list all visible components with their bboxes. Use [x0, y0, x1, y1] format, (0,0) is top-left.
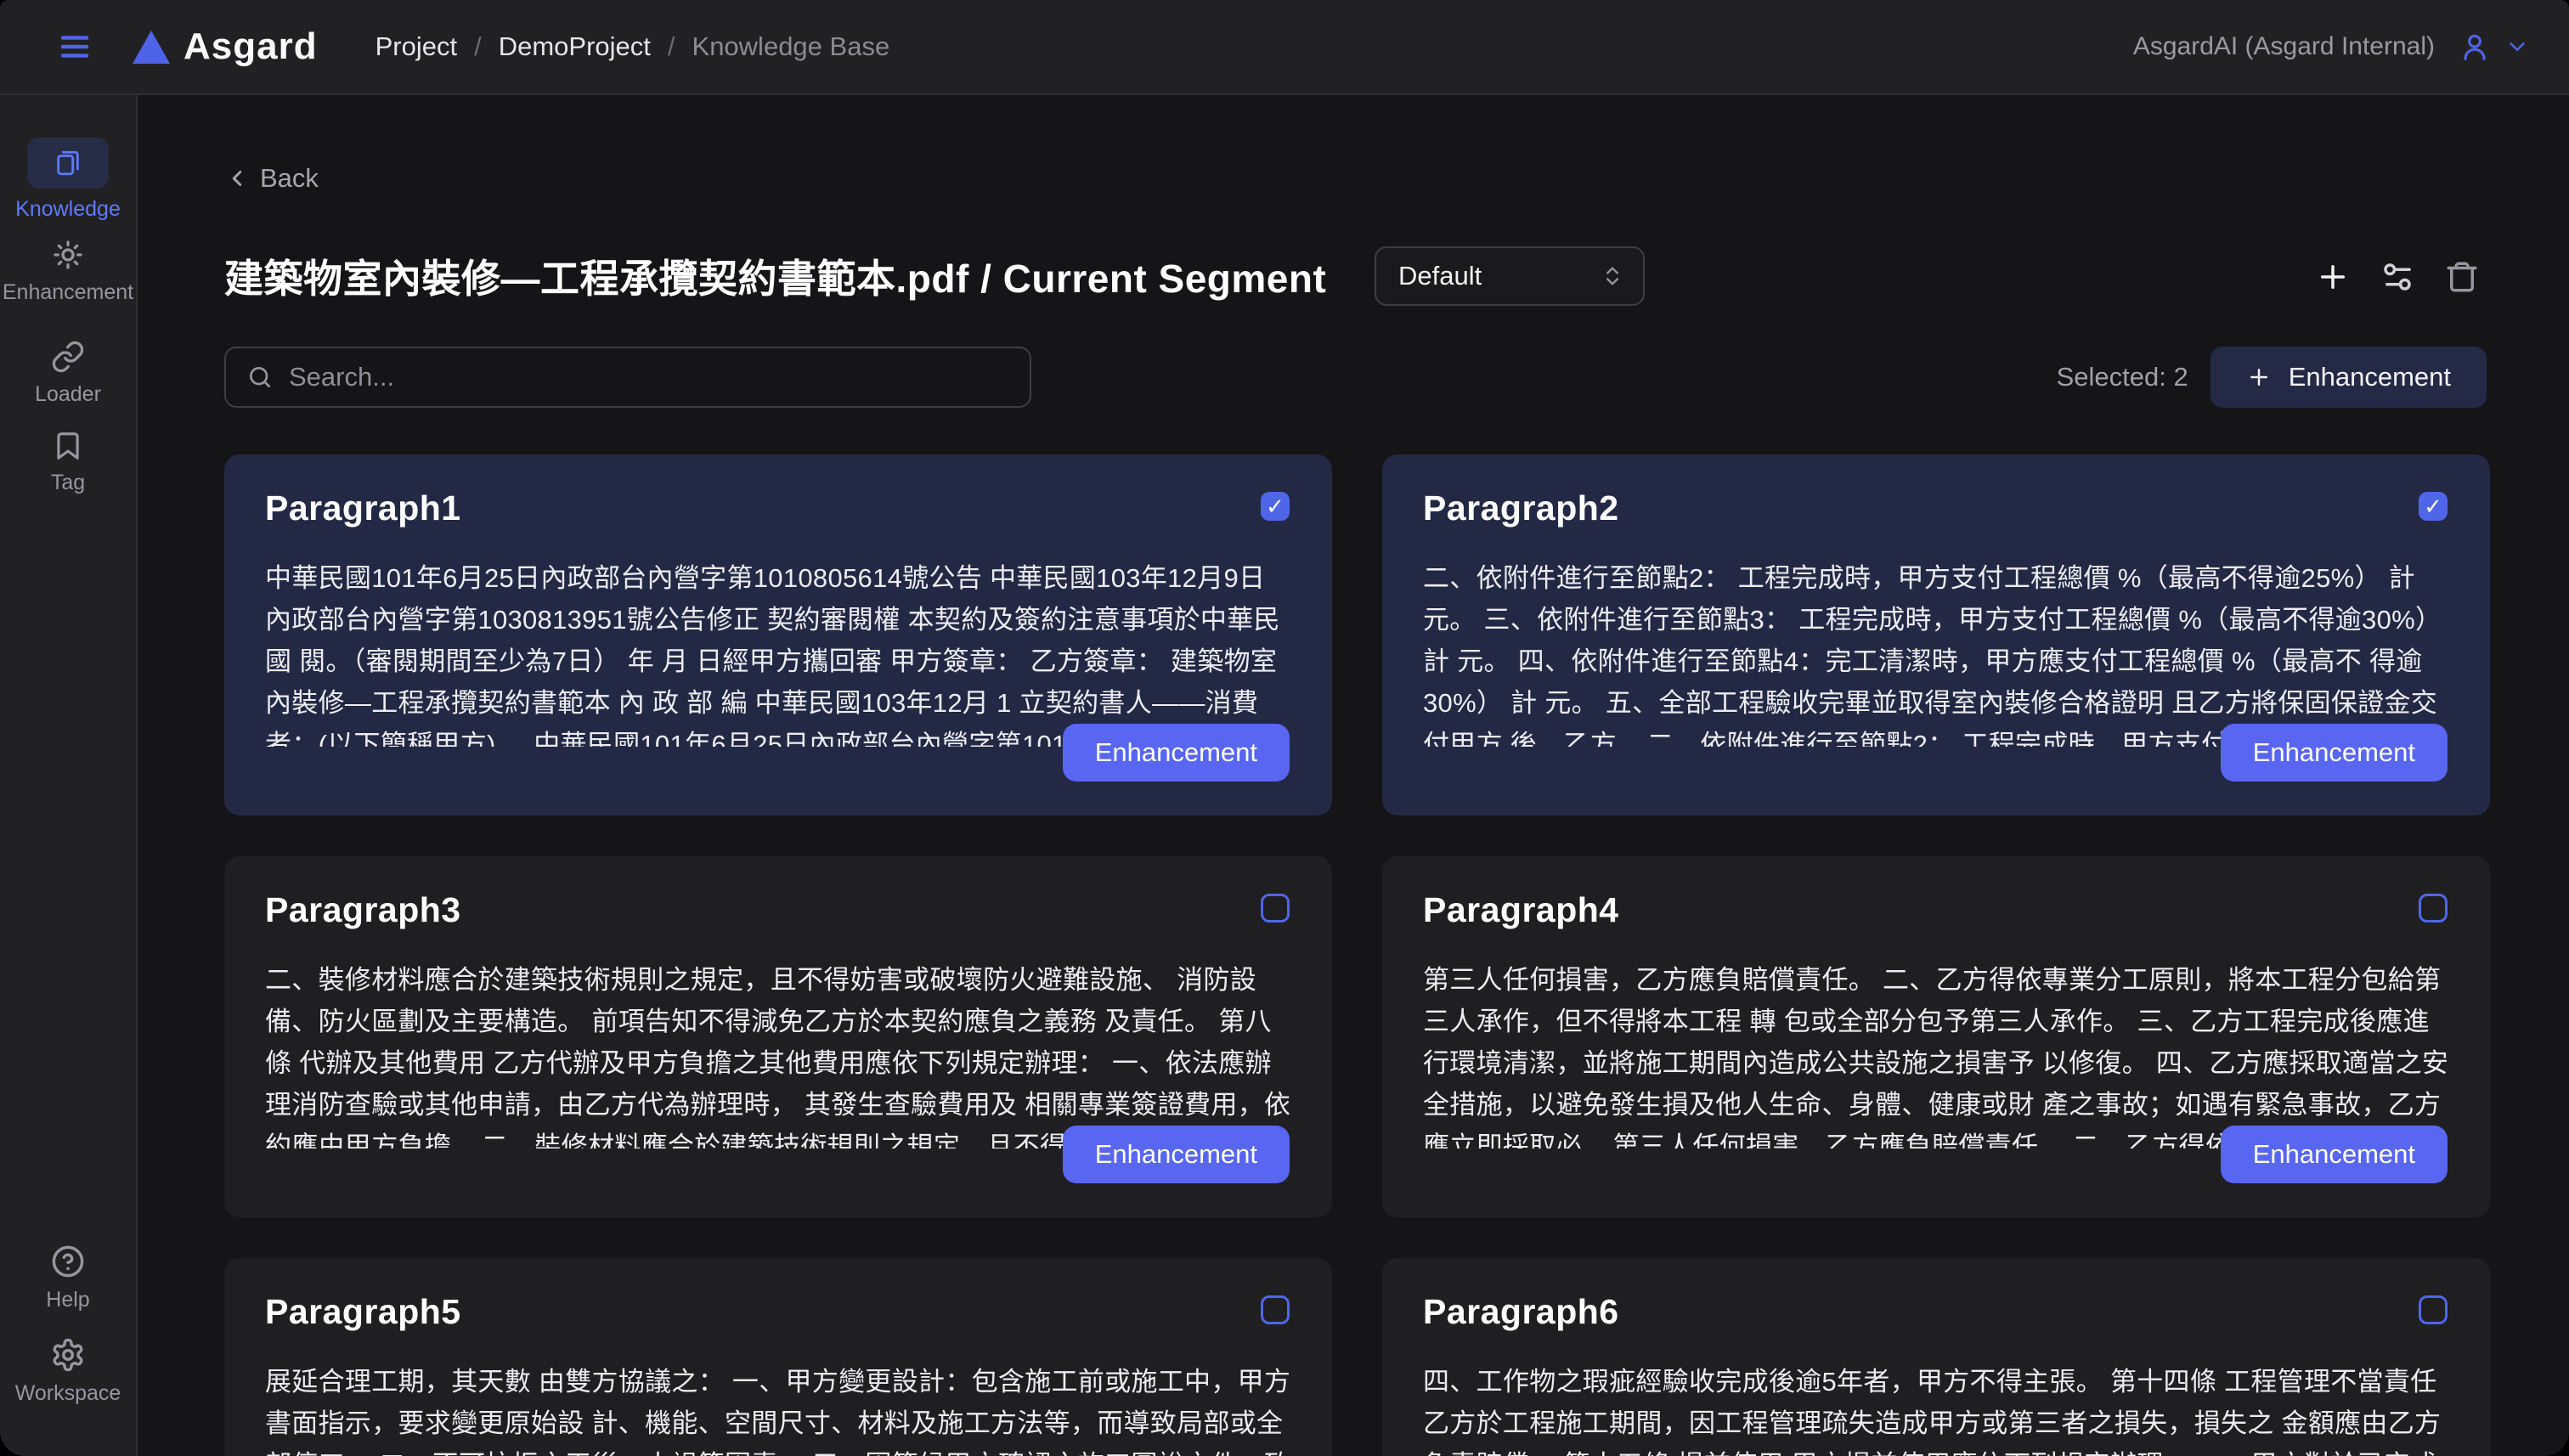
card-text: 四、工作物之瑕疵經驗收完成後逾5年者，甲方不得主張。 第十四條 工程管理不當責任… [1423, 1361, 2449, 1456]
logo-text: Asgard [184, 25, 318, 68]
card-checkbox[interactable]: ✓ [2419, 492, 2448, 521]
gear-icon [50, 1337, 86, 1373]
sidebar-item-tag[interactable]: Tag [0, 430, 136, 495]
card-paragraph5: Paragraph5 展延合理工期，其天數 由雙方協議之： 一、甲方變更設計：包… [224, 1258, 1332, 1456]
add-enhancement-button[interactable]: Enhancement [2210, 347, 2487, 408]
card-text: 二、依附件進行至節點2： 工程完成時，甲方支付工程總價 %（最高不得逾25%） … [1423, 557, 2449, 747]
sidebar-label-loader: Loader [35, 382, 101, 407]
main-content: Back 建築物室內裝修—工程承攬契約書範本.pdf / Current Seg… [139, 95, 2569, 1456]
card-title: Paragraph6 [1423, 1292, 1619, 1332]
breadcrumb: Project / DemoProject / Knowledge Base [375, 31, 890, 62]
card-paragraph4: Paragraph4 第三人任何損害，乙方應負賠償責任。 二、乙方得依專業分工原… [1382, 856, 2490, 1217]
card-paragraph3: Paragraph3 二、裝修材料應合於建築技術規則之規定，且不得妨害或破壞防火… [224, 856, 1332, 1217]
card-enhancement-button[interactable]: Enhancement [2221, 1126, 2448, 1183]
sidebar-item-knowledge[interactable]: Knowledge [0, 138, 136, 222]
help-circle-icon [50, 1244, 86, 1279]
breadcrumb-demoproject[interactable]: DemoProject [499, 31, 651, 62]
card-text: 第三人任何損害，乙方應負賠償責任。 二、乙方得依專業分工原則，將本工程分包給第三… [1423, 959, 2449, 1148]
card-paragraph1: Paragraph1 ✓ 中華民國101年6月25日內政部台內營字第101080… [224, 454, 1332, 815]
sun-icon [51, 238, 85, 272]
card-enhancement-button[interactable]: Enhancement [1063, 724, 1290, 782]
sidebar: Knowledge Enhancement Loader Tag [0, 95, 138, 1456]
card-text: 展延合理工期，其天數 由雙方協議之： 一、甲方變更設計：包含施工前或施工中，甲方… [265, 1361, 1291, 1456]
card-title: Paragraph2 [1423, 488, 1619, 528]
page-title: 建築物室內裝修—工程承攬契約書範本.pdf / Current Segment [224, 248, 1326, 304]
header: Asgard Project / DemoProject / Knowledge… [0, 0, 2569, 95]
account-menu[interactable]: AsgardAI (Asgard Internal) [2133, 31, 2530, 63]
card-text: 二、裝修材料應合於建築技術規則之規定，且不得妨害或破壞防火避難設施、 消防設備、… [265, 959, 1291, 1148]
add-segment-button[interactable] [2314, 258, 2352, 296]
breadcrumb-separator: / [474, 31, 482, 62]
sidebar-label-help: Help [46, 1288, 89, 1312]
card-title: Paragraph5 [265, 1292, 461, 1332]
card-checkbox[interactable] [1261, 1295, 1290, 1324]
segment-select-value: Default [1398, 261, 1482, 291]
breadcrumb-separator: / [668, 31, 675, 62]
selected-count-label: Selected: 2 [2057, 362, 2188, 392]
check-icon: ✓ [1266, 495, 1284, 517]
card-title: Paragraph4 [1423, 890, 1619, 930]
search-icon [246, 364, 274, 391]
hamburger-menu-icon[interactable] [56, 28, 93, 65]
sidebar-label-enhancement: Enhancement [3, 280, 133, 305]
plus-icon [2315, 259, 2351, 295]
back-label: Back [260, 163, 319, 194]
add-enhancement-label: Enhancement [2289, 362, 2451, 392]
app-window: Asgard Project / DemoProject / Knowledge… [0, 0, 2569, 1456]
card-title: Paragraph1 [265, 488, 461, 528]
sidebar-item-loader[interactable]: Loader [0, 340, 136, 407]
segment-settings-button[interactable] [2379, 258, 2416, 296]
breadcrumb-project[interactable]: Project [375, 31, 457, 62]
chevron-left-icon [224, 166, 250, 191]
user-icon[interactable] [2459, 31, 2491, 63]
breadcrumb-knowledge-base[interactable]: Knowledge Base [692, 31, 890, 62]
card-title: Paragraph3 [265, 890, 461, 930]
search-input[interactable] [289, 362, 1009, 392]
sliders-icon [2380, 259, 2415, 295]
sidebar-label-workspace: Workspace [15, 1381, 121, 1406]
card-checkbox[interactable]: ✓ [1261, 492, 1290, 521]
bookmark-icon [52, 430, 84, 462]
sidebar-item-help[interactable]: Help [0, 1244, 136, 1312]
sidebar-item-workspace[interactable]: Workspace [0, 1337, 136, 1406]
delete-segment-button[interactable] [2443, 258, 2481, 296]
account-label: AsgardAI (Asgard Internal) [2133, 32, 2435, 61]
card-enhancement-button[interactable]: Enhancement [2221, 724, 2448, 782]
card-paragraph6: Paragraph6 四、工作物之瑕疵經驗收完成後逾5年者，甲方不得主張。 第十… [1382, 1258, 2490, 1456]
check-icon: ✓ [2424, 495, 2442, 517]
search-box [224, 347, 1031, 408]
chevron-down-icon[interactable] [2504, 34, 2530, 59]
card-checkbox[interactable] [1261, 894, 1290, 923]
book-icon [54, 149, 82, 178]
link-icon [51, 340, 85, 374]
selection-row: Selected: 2 Enhancement [2057, 347, 2487, 408]
chevrons-up-down-icon [1601, 264, 1624, 288]
logo-triangle-icon [133, 31, 170, 64]
back-button[interactable]: Back [224, 163, 319, 194]
card-checkbox[interactable] [2419, 1295, 2448, 1324]
logo[interactable]: Asgard [133, 25, 318, 68]
segment-card-grid: Paragraph1 ✓ 中華民國101年6月25日內政部台內營字第101080… [224, 454, 2490, 1456]
active-item-pill [27, 138, 109, 189]
card-text: 中華民國101年6月25日內政部台內營字第1010805614號公告 中華民國1… [265, 557, 1291, 747]
sidebar-label-tag: Tag [51, 471, 85, 495]
segment-select[interactable]: Default [1375, 246, 1645, 306]
sidebar-label-knowledge: Knowledge [15, 197, 121, 222]
segment-actions [2314, 258, 2481, 296]
card-paragraph2: Paragraph2 ✓ 二、依附件進行至節點2： 工程完成時，甲方支付工程總價… [1382, 454, 2490, 815]
sidebar-item-enhancement[interactable]: Enhancement [0, 238, 136, 305]
trash-icon [2444, 259, 2480, 295]
plus-icon [2246, 364, 2272, 390]
card-enhancement-button[interactable]: Enhancement [1063, 1126, 1290, 1183]
card-checkbox[interactable] [2419, 894, 2448, 923]
